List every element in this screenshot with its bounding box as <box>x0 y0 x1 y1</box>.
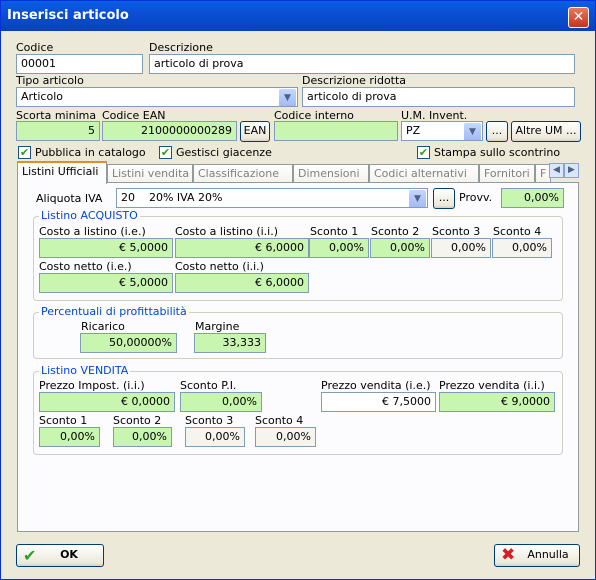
tab-listini-ufficiali[interactable]: Listini Ufficiali <box>17 161 107 184</box>
scontrino-label: Stampa sullo scontrino <box>434 146 561 159</box>
netto-ie-input[interactable]: € 5,0000 <box>39 273 173 293</box>
um-value: PZ <box>406 124 421 137</box>
costo-ie-input[interactable]: € 5,0000 <box>39 238 173 258</box>
sconto3-input[interactable]: 0,00% <box>431 238 491 258</box>
provv-input[interactable]: 0,00% <box>501 188 564 208</box>
margine-input[interactable]: 33,333 <box>194 333 266 353</box>
pubblica-label: Pubblica in catalogo <box>35 146 146 159</box>
sconto1-label: Sconto 1 <box>310 225 359 238</box>
tab-codici-alternativi[interactable]: Codici alternativi <box>369 164 479 183</box>
title-bar[interactable]: Inserisci articolo <box>1 1 595 31</box>
costo-ie-label: Costo a listino (i.e.) <box>39 225 146 238</box>
descrizione-input[interactable]: articolo di prova <box>149 54 575 74</box>
descr-ridotta-label: Descrizione ridotta <box>302 74 407 87</box>
dialog-window: Inserisci articolo ✕ Codice 00001 Descri… <box>0 0 596 580</box>
costo-ii-input[interactable]: € 6,0000 <box>175 238 309 258</box>
iva-select[interactable]: 20 20% IVA 20% ▼ <box>116 188 428 208</box>
netto-ii-input[interactable]: € 6,0000 <box>175 273 309 293</box>
um-select[interactable]: PZ ▼ <box>401 121 483 141</box>
prezzo-imp-input[interactable]: € 0,0000 <box>39 392 175 412</box>
vsconto4-label: Sconto 4 <box>255 414 304 427</box>
tab-dimensioni[interactable]: Dimensioni <box>293 164 369 183</box>
tab-scroll-right-icon[interactable]: ▶ <box>564 163 579 178</box>
ricarico-input[interactable]: 50,00000% <box>80 333 177 353</box>
annulla-label: Annulla <box>527 548 569 561</box>
sconto-pi-label: Sconto P.I. <box>180 379 237 392</box>
codice-label: Codice <box>16 41 54 54</box>
pv-ie-label: Prezzo vendita (i.e.) <box>321 379 431 392</box>
ean-input[interactable]: 2100000000289 <box>102 121 237 141</box>
scorta-input[interactable]: 5 <box>16 121 100 141</box>
tab-classificazione[interactable]: Classificazione <box>193 164 293 183</box>
um-dots-button[interactable]: ... <box>486 121 508 142</box>
vsconto3-input[interactable]: 0,00% <box>185 427 245 447</box>
sconto4-label: Sconto 4 <box>493 225 542 238</box>
iva-label: Aliquota IVA <box>36 192 103 205</box>
tab-listini-vendita[interactable]: Listini vendita <box>107 164 193 183</box>
tipo-select[interactable]: Articolo ▼ <box>16 87 298 107</box>
netto-ii-label: Costo netto (i.i.) <box>175 260 264 273</box>
tab-strip: Listini Ufficiali Listini vendita Classi… <box>17 161 581 184</box>
cross-icon: ✖ <box>501 545 516 565</box>
vsconto2-input[interactable]: 0,00% <box>113 427 172 447</box>
checkmark-icon: ✔ <box>23 546 37 565</box>
ricarico-label: Ricarico <box>81 320 125 333</box>
vsconto4-input[interactable]: 0,00% <box>255 427 316 447</box>
acquisto-title: Listino ACQUISTO <box>39 209 140 222</box>
sconto3-label: Sconto 3 <box>432 225 481 238</box>
pv-ii-input[interactable]: € 9,0000 <box>439 392 555 412</box>
sconto2-label: Sconto 2 <box>371 225 420 238</box>
netto-ie-label: Costo netto (i.e.) <box>39 260 132 273</box>
costo-ii-label: Costo a listino (i.i.) <box>175 225 279 238</box>
prezzo-imp-label: Prezzo Impost. (i.i.) <box>39 379 145 392</box>
sconto4-input[interactable]: 0,00% <box>492 238 552 258</box>
chevron-down-icon[interactable]: ▼ <box>279 89 296 106</box>
giacenze-checkbox[interactable]: ✔ <box>159 146 172 159</box>
chevron-down-icon[interactable]: ▼ <box>464 123 481 140</box>
provv-label: Provv. <box>459 191 493 204</box>
iva-dots-button[interactable]: ... <box>433 188 455 209</box>
pv-ii-label: Prezzo vendita (i.i.) <box>439 379 545 392</box>
ok-label: OK <box>60 548 78 561</box>
descrizione-label: Descrizione <box>149 41 213 54</box>
tipo-value: Articolo <box>21 90 63 103</box>
altre-um-button[interactable]: Altre UM ... <box>511 121 581 142</box>
pubblica-checkbox[interactable]: ✔ <box>18 146 31 159</box>
profitto-title: Percentuali di profittabilità <box>39 305 189 318</box>
chevron-down-icon[interactable]: ▼ <box>409 190 426 207</box>
window-title: Inserisci articolo <box>7 8 129 23</box>
close-button[interactable]: ✕ <box>568 7 589 28</box>
sconto-pi-input[interactable]: 0,00% <box>180 392 262 412</box>
ok-button[interactable]: ✔ OK <box>16 544 104 567</box>
tab-panel: Aliquota IVA 20 20% IVA 20% ▼ ... Provv.… <box>17 182 579 532</box>
vendita-title: Listino VENDITA <box>39 364 131 377</box>
interno-input[interactable] <box>274 121 398 141</box>
scontrino-checkbox[interactable]: ✔ <box>417 146 430 159</box>
vsconto1-input[interactable]: 0,00% <box>39 427 100 447</box>
codice-input[interactable]: 00001 <box>16 54 143 74</box>
giacenze-label: Gestisci giacenze <box>176 146 272 159</box>
annulla-button[interactable]: ✖ Annulla <box>494 544 580 567</box>
vsconto3-label: Sconto 3 <box>185 414 234 427</box>
tab-scroll-left-icon[interactable]: ◀ <box>549 163 564 178</box>
vsconto1-label: Sconto 1 <box>39 414 88 427</box>
vsconto2-label: Sconto 2 <box>113 414 162 427</box>
tipo-label: Tipo articolo <box>16 74 84 87</box>
tab-fornitori[interactable]: Fornitori <box>479 164 535 183</box>
pv-ie-input[interactable]: € 7,5000 <box>321 392 436 412</box>
sconto1-input[interactable]: 0,00% <box>309 238 369 258</box>
sconto2-input[interactable]: 0,00% <box>370 238 430 258</box>
iva-value: 20 20% IVA 20% <box>121 191 223 204</box>
descr-ridotta-input[interactable]: articolo di prova <box>302 87 575 107</box>
ean-button[interactable]: EAN <box>240 121 270 142</box>
margine-label: Margine <box>195 320 240 333</box>
